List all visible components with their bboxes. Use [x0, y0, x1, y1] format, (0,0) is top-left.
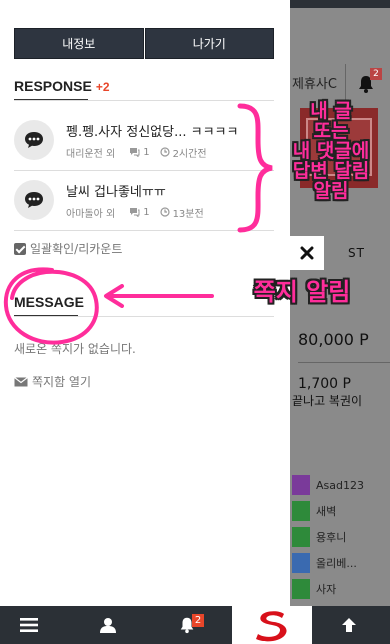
- response-item-time: 13분전: [172, 208, 204, 220]
- background-best-label: ST: [348, 246, 365, 260]
- response-item-title: 날씨 겁나좋네ㅠㅠ: [66, 184, 166, 200]
- comments-icon: [130, 148, 140, 157]
- logo-icon: [256, 611, 287, 642]
- response-item-comment-count: 1: [143, 146, 150, 158]
- background-price: 80,000 P: [298, 330, 369, 349]
- close-icon: [300, 246, 314, 260]
- myinfo-button[interactable]: 내정보: [14, 28, 144, 59]
- scroll-top-button[interactable]: [320, 606, 378, 644]
- reply-alert-annotation: 내 글 또는 내 댓글에 답변 달림 알림: [272, 100, 390, 202]
- menu-button[interactable]: [0, 606, 58, 644]
- notification-button[interactable]: [158, 606, 216, 644]
- comment-icon: [14, 120, 54, 160]
- response-item-comment-count: 1: [143, 206, 150, 218]
- envelope-icon: [14, 376, 28, 386]
- logout-button[interactable]: 나가기: [144, 28, 274, 59]
- annotation-circle: [3, 267, 99, 345]
- open-messagebox-link[interactable]: 쪽지함 열기: [14, 373, 91, 390]
- level-icon: [292, 553, 310, 573]
- comment-icon: [14, 180, 54, 220]
- logo-button[interactable]: [232, 606, 312, 644]
- open-messagebox-label: 쪽지함 열기: [32, 375, 92, 389]
- checkbox-icon: [14, 242, 26, 255]
- comments-icon: [130, 208, 140, 217]
- background-user[interactable]: Asad123: [292, 472, 390, 498]
- mark-all-read-label: 일괄확인/리카운트: [30, 242, 123, 256]
- close-button[interactable]: [290, 236, 324, 270]
- annotation-line: 답변 달림: [292, 159, 370, 182]
- level-icon: [292, 475, 310, 495]
- menu-icon: [20, 618, 38, 632]
- message-alert-annotation: 쪽지 알림: [253, 278, 351, 306]
- background-user[interactable]: 용후니: [292, 524, 390, 550]
- background-user-list: Asad123 새벽 용후니 올리베... 사자: [292, 472, 390, 602]
- response-count-badge: +2: [95, 80, 110, 94]
- account-button-row: 내정보 나가기: [14, 28, 274, 59]
- response-item-author: 아마돌아 외: [66, 208, 116, 220]
- response-item-meta: 아마돌아 외 1 13분전: [66, 205, 204, 220]
- background-user[interactable]: 새벽: [292, 498, 390, 524]
- annotation-line: 또는: [313, 119, 349, 142]
- response-title: RESPONSE: [14, 78, 92, 94]
- level-icon: [292, 501, 310, 521]
- level-icon: [292, 527, 310, 547]
- annotation-arrow: [104, 284, 214, 308]
- mark-all-read-link[interactable]: 일괄확인/리카운트: [14, 240, 122, 257]
- level-icon: [292, 579, 310, 599]
- background-price-2: 1,700 P: [298, 376, 351, 392]
- background-bell-badge: 2: [370, 68, 382, 80]
- response-item-body: 날씨 겁나좋네ㅠㅠ 아마돌아 외 1 13분전: [66, 181, 204, 220]
- response-item-body: 펭.펭.사자 정신없당... ㅋㅋㅋㅋ 대리운전 외 1 2시간전: [66, 121, 238, 160]
- clock-icon: [159, 207, 170, 217]
- response-item-title: 펭.펭.사자 정신없당... ㅋㅋㅋㅋ: [66, 124, 239, 140]
- annotation-line: 알림: [313, 179, 349, 202]
- annotation-line: 내 글: [310, 100, 352, 122]
- background-user[interactable]: 사자: [292, 576, 390, 602]
- profile-button[interactable]: [79, 606, 137, 644]
- response-heading: RESPONSE +2: [14, 78, 110, 94]
- background-bell-icon[interactable]: 2: [356, 68, 382, 94]
- arrow-up-icon: [342, 618, 356, 632]
- notification-badge: 2: [192, 614, 204, 627]
- response-item-time: 2시간전: [172, 148, 207, 160]
- background-news[interactable]: 끝나고 복권이: [292, 392, 362, 409]
- response-item-author: 대리운전 외: [66, 148, 116, 160]
- clock-icon: [159, 147, 170, 157]
- background-user[interactable]: 올리베...: [292, 550, 390, 576]
- user-icon: [100, 618, 116, 633]
- annotation-line: 내 댓글에: [292, 139, 370, 162]
- response-item-meta: 대리운전 외 1 2시간전: [66, 145, 238, 160]
- background-divider: [298, 362, 390, 363]
